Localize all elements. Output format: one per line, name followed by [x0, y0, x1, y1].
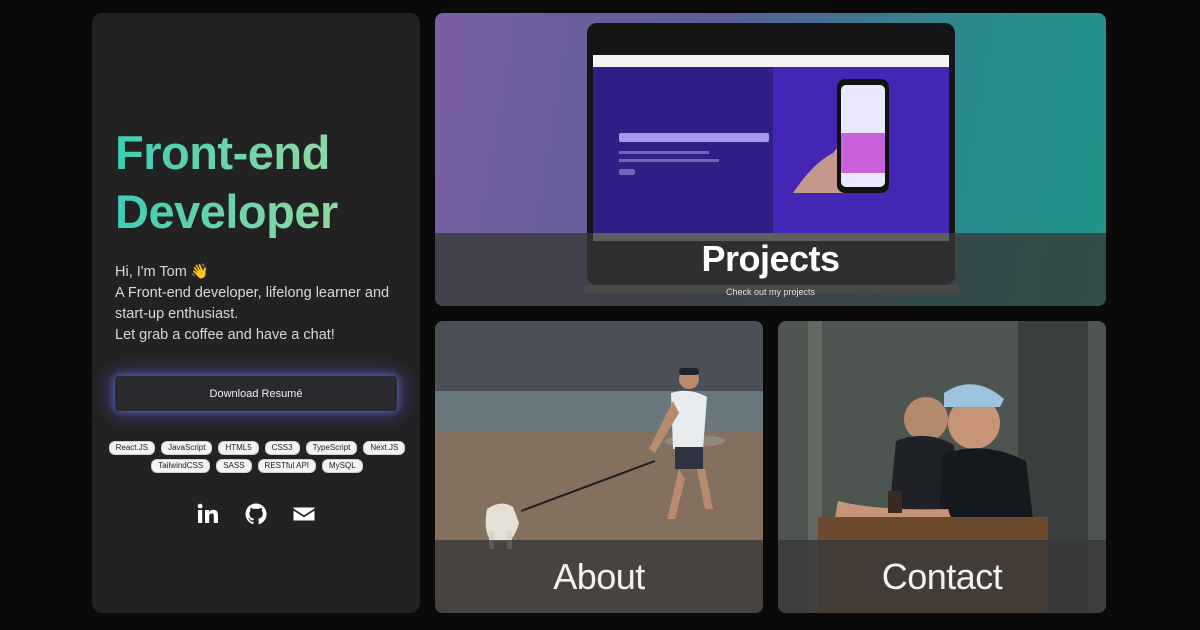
skill-tag: TypeScript: [305, 441, 358, 455]
skill-tag: Next.JS: [363, 441, 406, 455]
about-title: About: [553, 556, 645, 597]
projects-caption: Projects Check out my projects: [435, 233, 1106, 306]
skill-tags: React.JS JavaScript HTML5 CSS3 TypeScrip…: [104, 441, 410, 473]
about-tile[interactable]: About: [435, 321, 763, 613]
bio-text: Hi, I'm Tom 👋 A Front-end developer, lif…: [115, 262, 405, 346]
social-links: [92, 502, 420, 526]
bio-line: A Front-end developer, lifelong learner …: [115, 285, 390, 301]
mail-icon[interactable]: [292, 502, 316, 526]
bio-line: start-up enthusiast.: [115, 306, 239, 322]
skill-tag: TailwindCSS: [151, 459, 211, 473]
skill-tag: RESTful API: [257, 459, 317, 473]
about-caption: About: [435, 540, 763, 613]
skill-tag: React.JS: [108, 441, 156, 455]
hero-title-line-1: Front-end: [115, 126, 330, 179]
bio-line: Hi, I'm Tom 👋: [115, 264, 209, 280]
skill-tag: JavaScript: [161, 441, 213, 455]
hero-title-line-2: Developer: [115, 185, 338, 238]
skill-tag: SASS: [216, 459, 252, 473]
projects-subtitle: Check out my projects: [725, 287, 816, 297]
download-resume-button[interactable]: Download Resumé: [115, 376, 397, 411]
hero-title: Front-end Developer: [115, 123, 415, 241]
skill-tag: HTML5: [218, 441, 259, 455]
linkedin-icon[interactable]: [196, 502, 220, 526]
intro-card: Front-end Developer Hi, I'm Tom 👋 A Fron…: [92, 13, 420, 613]
projects-tile[interactable]: Projects Check out my projects: [435, 13, 1106, 306]
skill-tag: CSS3: [264, 441, 300, 455]
bio-line: Let grab a coffee and have a chat!: [115, 327, 335, 343]
contact-caption: Contact: [778, 540, 1106, 613]
projects-title: Projects: [701, 238, 840, 279]
contact-title: Contact: [881, 556, 1003, 597]
contact-tile[interactable]: Contact: [778, 321, 1106, 613]
skill-tag: MySQL: [322, 459, 363, 473]
github-icon[interactable]: [244, 502, 268, 526]
